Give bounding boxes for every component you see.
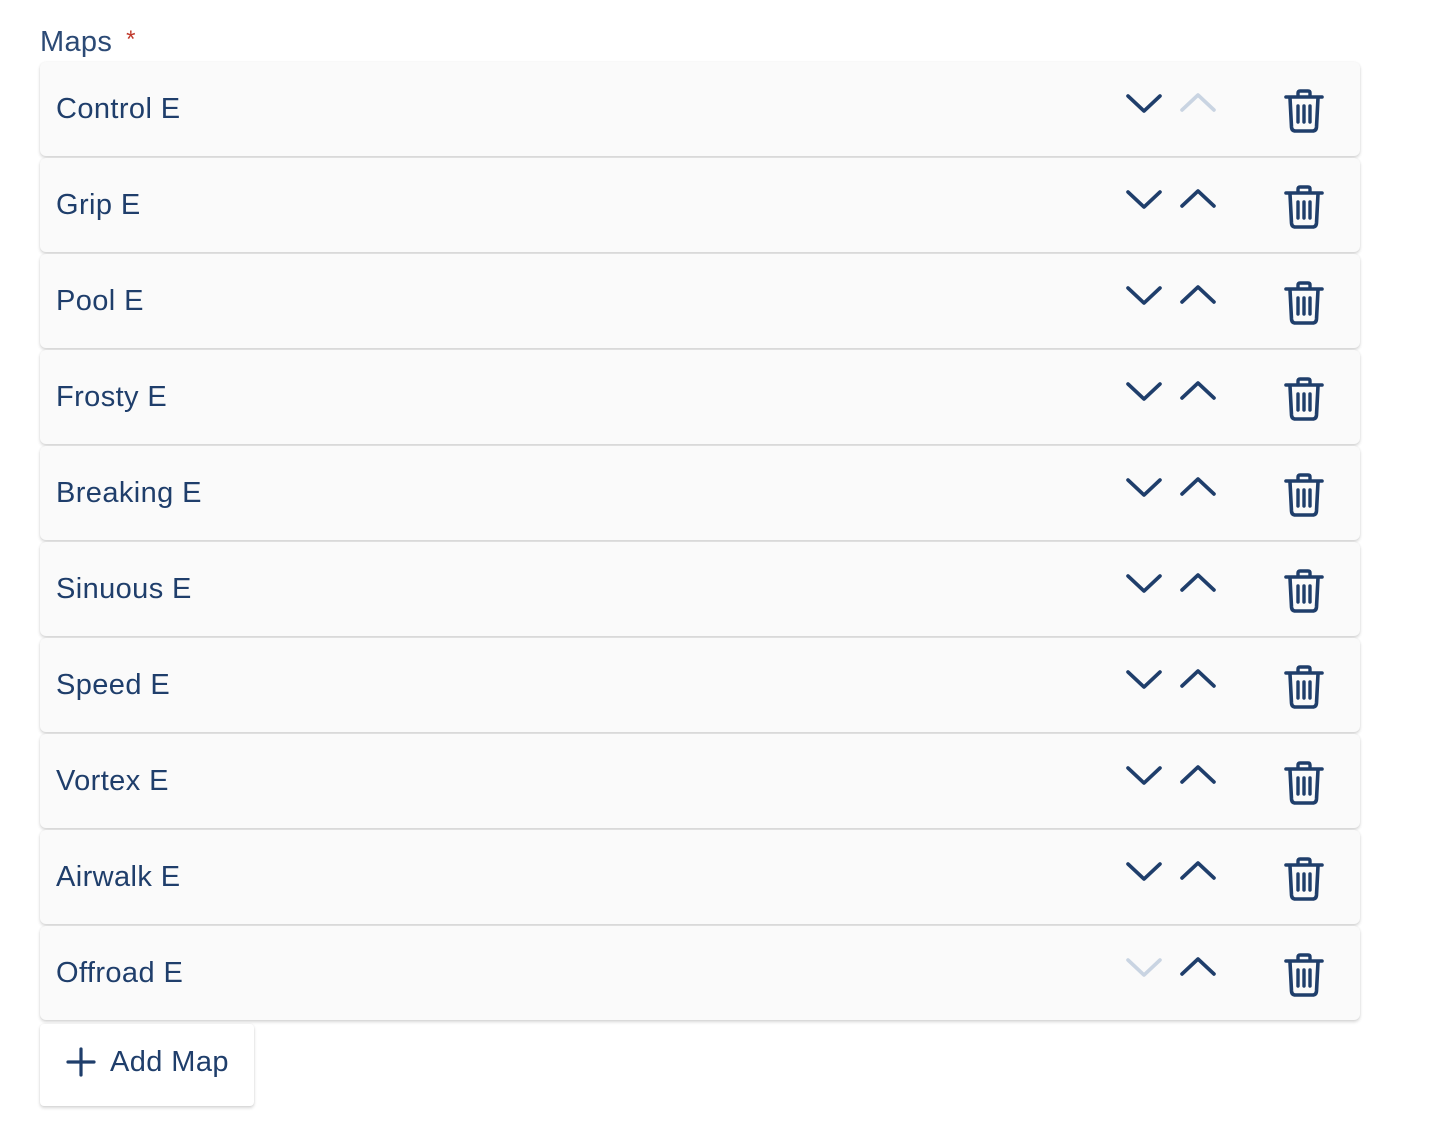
map-list-item: Breaking E xyxy=(40,446,1360,540)
delete-map-button[interactable] xyxy=(1282,472,1326,518)
map-name: Control E xyxy=(56,93,181,125)
map-name: Frosty E xyxy=(56,381,168,413)
chevron-up-icon xyxy=(1178,372,1218,412)
chevron-up-icon xyxy=(1178,852,1218,892)
move-up-button[interactable] xyxy=(1178,564,1218,604)
required-asterisk: * xyxy=(126,26,136,53)
map-list-item: Grip E xyxy=(40,158,1360,252)
move-down-button[interactable] xyxy=(1124,948,1164,988)
map-list-item: Control E xyxy=(40,62,1360,156)
delete-map-button[interactable] xyxy=(1282,664,1326,710)
trash-icon xyxy=(1282,568,1326,614)
map-name: Offroad E xyxy=(56,957,184,989)
chevron-up-icon xyxy=(1178,180,1218,220)
trash-icon xyxy=(1282,952,1326,998)
delete-map-button[interactable] xyxy=(1282,952,1326,998)
chevron-up-icon xyxy=(1178,84,1218,124)
move-down-button[interactable] xyxy=(1124,756,1164,796)
delete-map-button[interactable] xyxy=(1282,184,1326,230)
move-up-button[interactable] xyxy=(1178,372,1218,412)
move-down-button[interactable] xyxy=(1124,372,1164,412)
delete-map-button[interactable] xyxy=(1282,280,1326,326)
chevron-down-icon xyxy=(1124,276,1164,316)
add-map-label: Add Map xyxy=(110,1046,229,1078)
map-name: Sinuous E xyxy=(56,573,192,605)
chevron-down-icon xyxy=(1124,660,1164,700)
move-up-button[interactable] xyxy=(1178,660,1218,700)
trash-icon xyxy=(1282,376,1326,422)
chevron-down-icon xyxy=(1124,564,1164,604)
move-up-button[interactable] xyxy=(1178,852,1218,892)
move-up-button[interactable] xyxy=(1178,276,1218,316)
map-list-item: Frosty E xyxy=(40,350,1360,444)
chevron-up-icon xyxy=(1178,276,1218,316)
map-name: Grip E xyxy=(56,189,141,221)
move-down-button[interactable] xyxy=(1124,660,1164,700)
trash-icon xyxy=(1282,760,1326,806)
delete-map-button[interactable] xyxy=(1282,568,1326,614)
chevron-down-icon xyxy=(1124,948,1164,988)
chevron-down-icon xyxy=(1124,468,1164,508)
chevron-up-icon xyxy=(1178,468,1218,508)
chevron-down-icon xyxy=(1124,372,1164,412)
delete-map-button[interactable] xyxy=(1282,856,1326,902)
chevron-down-icon xyxy=(1124,756,1164,796)
trash-icon xyxy=(1282,856,1326,902)
plus-icon xyxy=(66,1047,96,1077)
trash-icon xyxy=(1282,184,1326,230)
delete-map-button[interactable] xyxy=(1282,88,1326,134)
chevron-up-icon xyxy=(1178,660,1218,700)
move-up-button[interactable] xyxy=(1178,468,1218,508)
map-name: Breaking E xyxy=(56,477,202,509)
map-name: Pool E xyxy=(56,285,144,317)
chevron-up-icon xyxy=(1178,948,1218,988)
maps-field-label: Maps * xyxy=(40,22,136,62)
chevron-down-icon xyxy=(1124,84,1164,124)
field-label-text: Maps xyxy=(40,26,113,58)
trash-icon xyxy=(1282,280,1326,326)
map-name: Speed E xyxy=(56,669,171,701)
add-map-button[interactable]: Add Map xyxy=(40,1024,254,1106)
chevron-down-icon xyxy=(1124,180,1164,220)
move-down-button[interactable] xyxy=(1124,852,1164,892)
move-up-button[interactable] xyxy=(1178,756,1218,796)
move-down-button[interactable] xyxy=(1124,276,1164,316)
chevron-down-icon xyxy=(1124,852,1164,892)
trash-icon xyxy=(1282,88,1326,134)
delete-map-button[interactable] xyxy=(1282,760,1326,806)
chevron-up-icon xyxy=(1178,564,1218,604)
move-down-button[interactable] xyxy=(1124,564,1164,604)
trash-icon xyxy=(1282,472,1326,518)
map-list-item: Pool E xyxy=(40,254,1360,348)
move-up-button[interactable] xyxy=(1178,84,1218,124)
map-name: Vortex E xyxy=(56,765,169,797)
trash-icon xyxy=(1282,664,1326,710)
map-list-item: Speed E xyxy=(40,638,1360,732)
map-list-item: Sinuous E xyxy=(40,542,1360,636)
map-list-item: Vortex E xyxy=(40,734,1360,828)
move-down-button[interactable] xyxy=(1124,468,1164,508)
chevron-up-icon xyxy=(1178,756,1218,796)
maps-list: Control E Grip E Pool E Frosty E Breaking E S… xyxy=(40,62,1360,1022)
delete-map-button[interactable] xyxy=(1282,376,1326,422)
map-list-item: Offroad E xyxy=(40,926,1360,1020)
map-list-item: Airwalk E xyxy=(40,830,1360,924)
move-down-button[interactable] xyxy=(1124,84,1164,124)
map-name: Airwalk E xyxy=(56,861,181,893)
move-down-button[interactable] xyxy=(1124,180,1164,220)
move-up-button[interactable] xyxy=(1178,948,1218,988)
move-up-button[interactable] xyxy=(1178,180,1218,220)
